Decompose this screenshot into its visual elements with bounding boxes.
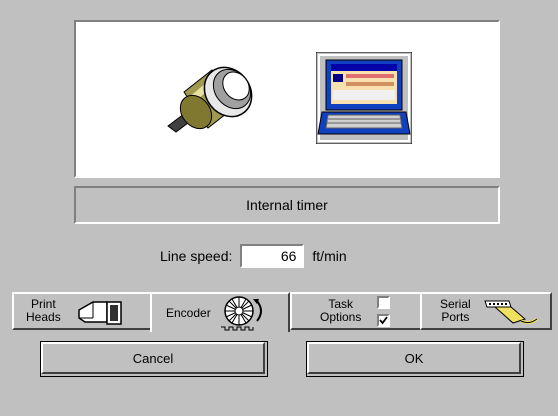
line-speed-row: Line speed: 66 ft/min [160,242,347,270]
tab-encoder[interactable]: Encoder [150,292,290,332]
ok-button[interactable]: OK [307,342,521,374]
tab-task-options-label: Task Options [320,297,362,324]
tab-task-options[interactable]: Task Options [290,292,422,330]
laptop-computer-icon [316,52,412,144]
serial-cable-icon [483,300,538,325]
tab-print-heads-label: Print Heads [26,297,61,324]
tab-serial-ports-label: Serial Ports [440,297,471,324]
timing-source-label: Internal timer [74,186,500,224]
timing-source-text: Internal timer [246,197,328,213]
tab-print-heads[interactable]: Print Heads [12,292,152,330]
checkbox-empty-icon [377,295,391,309]
task-options-icon [377,295,391,327]
encoder-wheel-icon [220,296,262,331]
ok-button-frame: OK [306,341,524,377]
cancel-button-frame: Cancel [40,341,268,377]
line-speed-label: Line speed: [160,248,233,264]
checkbox-checked-icon [377,313,391,327]
line-speed-input[interactable]: 66 [240,244,305,268]
cancel-button[interactable]: Cancel [41,342,265,374]
encoder-preview-panel [74,20,500,178]
tab-serial-ports[interactable]: Serial Ports [420,292,552,330]
tab-encoder-label: Encoder [166,305,211,320]
encoder-shaft-icon [167,66,253,133]
print-head-icon [77,301,122,325]
cancel-button-label: Cancel [132,350,174,366]
line-speed-unit: ft/min [312,248,347,264]
line-speed-value: 66 [280,248,297,264]
ok-button-label: OK [404,350,424,366]
